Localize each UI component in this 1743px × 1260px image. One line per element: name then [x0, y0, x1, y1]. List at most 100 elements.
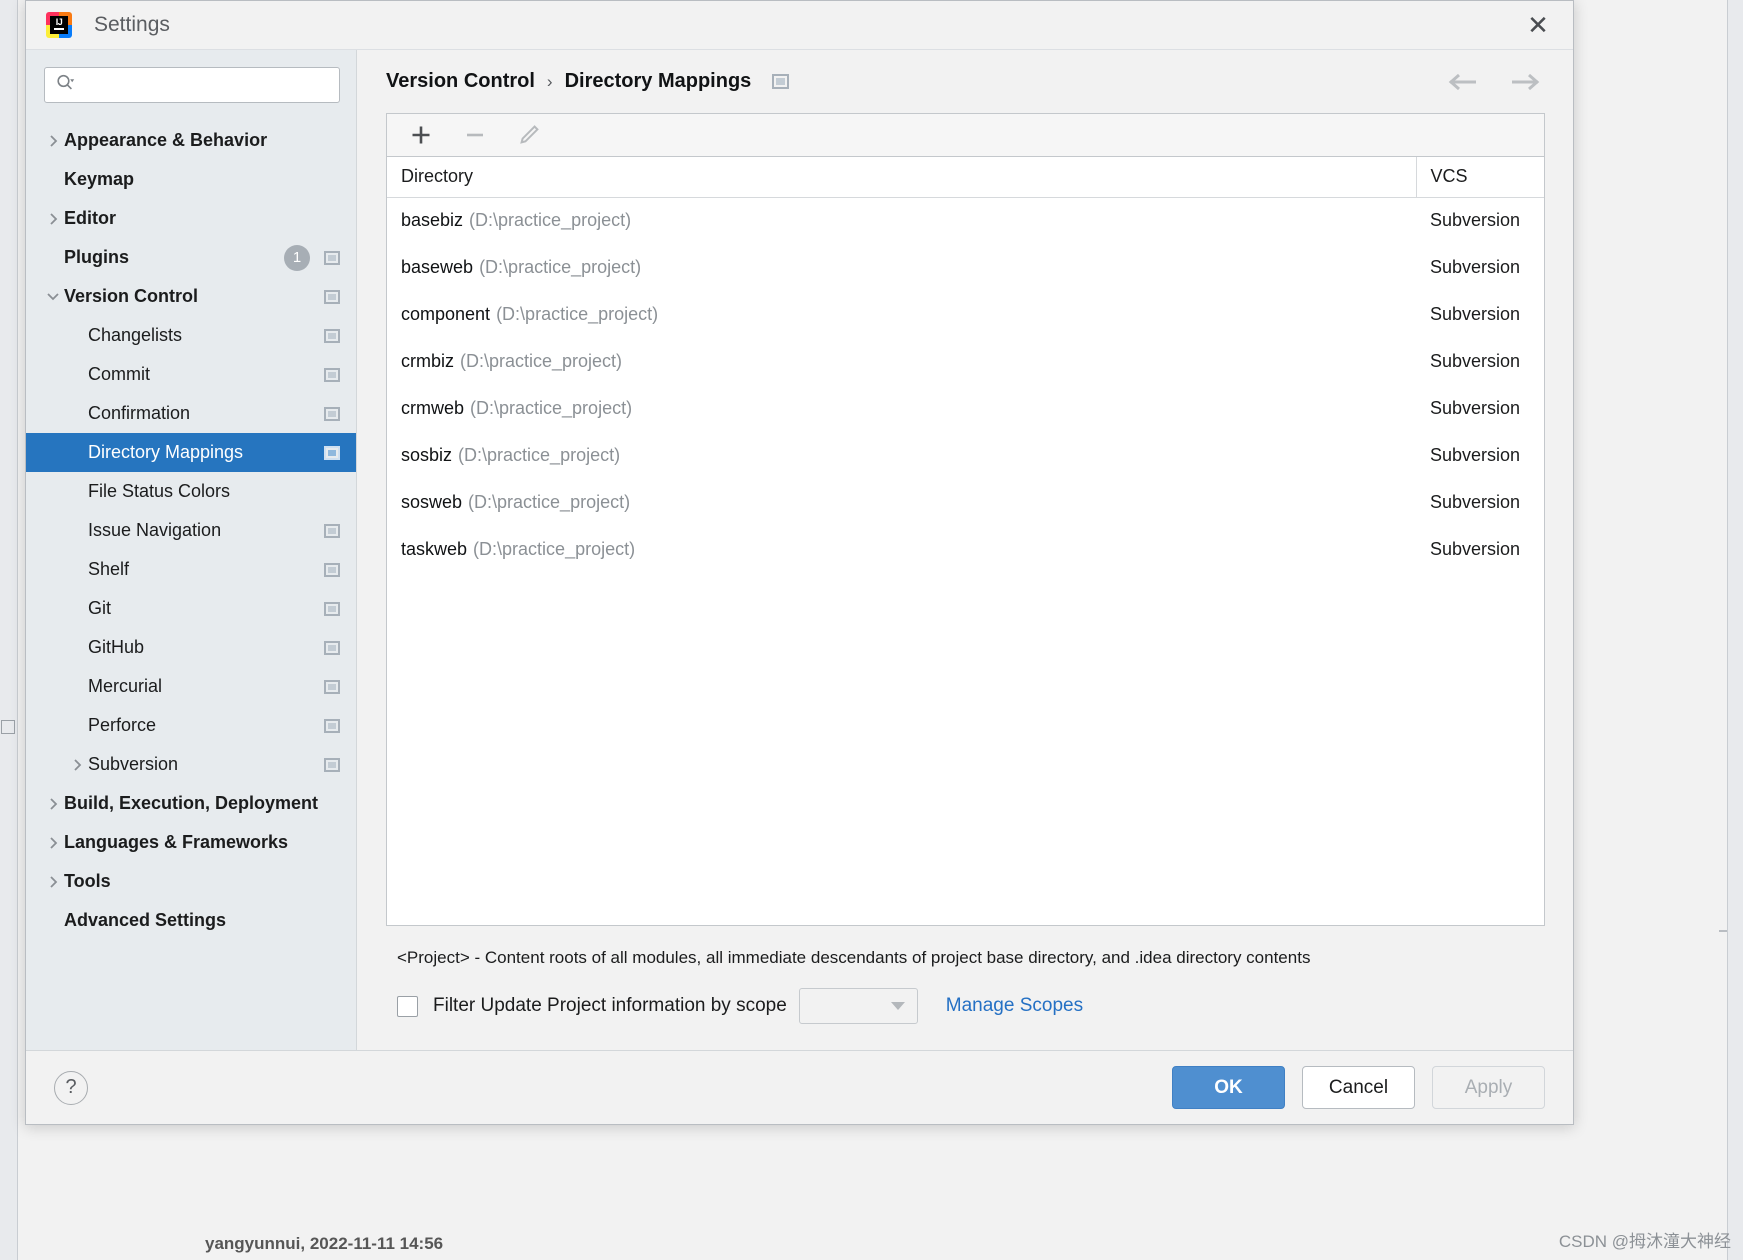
scope-filter-row: Filter Update Project information by sco… [386, 988, 1545, 1050]
sidebar-item-directory-mappings[interactable]: Directory Mappings [26, 433, 356, 472]
table-row[interactable]: component (D:\practice_project) Subversion [387, 291, 1544, 338]
column-header-directory[interactable]: Directory [387, 157, 1416, 198]
table-row[interactable]: sosbiz (D:\practice_project) Subversion [387, 432, 1544, 479]
arrow-left-icon[interactable] [1446, 72, 1480, 92]
sidebar-item-label: Commit [88, 364, 150, 384]
remove-mapping-button[interactable] [456, 119, 494, 152]
edit-mapping-button[interactable] [510, 119, 548, 152]
table-row[interactable]: sosweb (D:\practice_project) Subversion [387, 479, 1544, 526]
scope-select[interactable] [798, 988, 918, 1024]
search-box[interactable] [44, 67, 340, 103]
sidebar-item-label: Git [88, 598, 112, 618]
sidebar-item-label: Changelists [88, 325, 183, 345]
mappings-toolbar [386, 113, 1545, 156]
dialog-actions: OK Cancel Apply [1172, 1066, 1545, 1109]
project-scope-icon [324, 718, 340, 733]
directory-mappings-table: Directory VCS basebiz (D:\practice_projec… [387, 157, 1544, 573]
close-icon[interactable]: ✕ [1521, 8, 1555, 42]
manage-scopes-link[interactable]: Manage Scopes [946, 995, 1083, 1017]
filter-by-scope-checkbox[interactable] [397, 995, 418, 1017]
project-scope-icon [324, 367, 340, 382]
table-row[interactable]: crmbiz (D:\practice_project) Subversion [387, 338, 1544, 385]
chevron-right-icon[interactable] [66, 758, 88, 772]
cell-vcs: Subversion [1430, 351, 1521, 371]
sidebar-item-commit[interactable]: Commit [26, 355, 356, 394]
directory-path: (D:\practice_project) [473, 539, 636, 559]
sidebar-item-label: Build, Execution, Deployment [64, 793, 319, 813]
table-row[interactable]: crmweb (D:\practice_project) Subversion [387, 385, 1544, 432]
sidebar-item-version-control[interactable]: Version Control [26, 277, 356, 316]
sidebar-item-plugins[interactable]: Plugins 1 [26, 238, 356, 277]
sidebar-item-mercurial[interactable]: Mercurial [26, 667, 356, 706]
chevron-down-icon[interactable] [42, 291, 64, 302]
sidebar-item-issue-navigation[interactable]: Issue Navigation [26, 511, 356, 550]
navigation-arrows [1446, 72, 1545, 92]
sidebar-item-confirmation[interactable]: Confirmation [26, 394, 356, 433]
cell-vcs: Subversion [1430, 445, 1521, 465]
sidebar-item-label: Issue Navigation [88, 520, 222, 540]
search-wrapper [26, 67, 356, 103]
ok-button[interactable]: OK [1172, 1066, 1285, 1109]
sidebar-item-file-status-colors[interactable]: File Status Colors [26, 472, 356, 511]
sidebar-item-languages-frameworks[interactable]: Languages & Frameworks [26, 823, 356, 862]
column-header-vcs[interactable]: VCS [1415, 157, 1544, 198]
cell-directory: sosweb (D:\practice_project) [387, 479, 1416, 526]
settings-sidebar: Appearance & Behavior Keymap Editor Plugins… [26, 50, 357, 1050]
cell-vcs: Subversion [1430, 539, 1521, 559]
directory-path: (D:\practice_project) [496, 304, 659, 324]
add-mapping-button[interactable] [402, 119, 440, 152]
chevron-right-icon[interactable] [42, 212, 64, 226]
sidebar-item-label: Version Control [64, 286, 199, 306]
directory-name: sosbiz [401, 445, 453, 465]
sidebar-item-appearance-behavior[interactable]: Appearance & Behavior [26, 121, 356, 160]
cell-vcs: Subversion [1430, 257, 1521, 277]
directory-mappings-table-wrapper[interactable]: Directory VCS basebiz (D:\practice_projec… [386, 156, 1545, 926]
table-row[interactable]: baseweb (D:\practice_project) Subversion [387, 244, 1544, 291]
sidebar-item-label: Tools [64, 871, 111, 891]
cancel-button[interactable]: Cancel [1302, 1066, 1415, 1109]
cell-vcs: Subversion [1430, 210, 1521, 231]
sidebar-item-keymap[interactable]: Keymap [26, 160, 356, 199]
table-body: basebiz (D:\practice_project) Subversion ba… [387, 197, 1544, 573]
project-scope-icon [324, 679, 340, 694]
arrow-right-icon[interactable] [1508, 72, 1542, 92]
directory-path: (D:\practice_project) [458, 445, 621, 465]
cell-vcs: Subversion [1430, 492, 1521, 512]
project-scope-icon [772, 74, 790, 89]
sidebar-item-advanced-settings[interactable]: Advanced Settings [26, 901, 356, 940]
project-scope-icon [324, 445, 340, 460]
help-button[interactable]: ? [54, 1070, 88, 1105]
breadcrumb-current: Directory Mappings [564, 70, 752, 92]
breadcrumb-parent[interactable]: Version Control [386, 70, 535, 93]
cell-directory: crmbiz (D:\practice_project) [387, 338, 1416, 385]
sidebar-item-subversion[interactable]: Subversion [26, 745, 356, 784]
breadcrumb-separator: › [546, 71, 553, 91]
chevron-right-icon[interactable] [42, 875, 64, 889]
sidebar-item-changelists[interactable]: Changelists [26, 316, 356, 355]
sidebar-item-label: Shelf [88, 559, 130, 579]
sidebar-item-label: Advanced Settings [64, 910, 227, 930]
dialog-title: Settings [94, 13, 170, 36]
settings-dialog: IJ Settings ✕ Appearance & Behavior Keym… [25, 0, 1574, 1125]
directory-name: crmbiz [401, 351, 454, 371]
chevron-right-icon[interactable] [42, 134, 64, 148]
filter-by-scope-label: Filter Update Project information by sco… [433, 995, 787, 1016]
sidebar-item-git[interactable]: Git [26, 589, 356, 628]
table-row[interactable]: taskweb (D:\practice_project) Subversion [387, 526, 1544, 573]
directory-path: (D:\practice_project) [460, 351, 623, 371]
search-input[interactable] [75, 76, 339, 94]
project-scope-icon [324, 601, 340, 616]
sidebar-item-label: Keymap [64, 169, 135, 189]
table-row[interactable]: basebiz (D:\practice_project) Subversion [387, 197, 1544, 244]
chevron-right-icon[interactable] [42, 836, 64, 850]
chevron-right-icon[interactable] [42, 797, 64, 811]
apply-button[interactable]: Apply [1432, 1066, 1545, 1109]
sidebar-item-tools[interactable]: Tools [26, 862, 356, 901]
sidebar-item-editor[interactable]: Editor [26, 199, 356, 238]
cell-directory: component (D:\practice_project) [387, 291, 1416, 338]
sidebar-item-perforce[interactable]: Perforce [26, 706, 356, 745]
sidebar-item-build-execution-deployment[interactable]: Build, Execution, Deployment [26, 784, 356, 823]
project-scope-icon [324, 406, 340, 421]
sidebar-item-shelf[interactable]: Shelf [26, 550, 356, 589]
sidebar-item-github[interactable]: GitHub [26, 628, 356, 667]
